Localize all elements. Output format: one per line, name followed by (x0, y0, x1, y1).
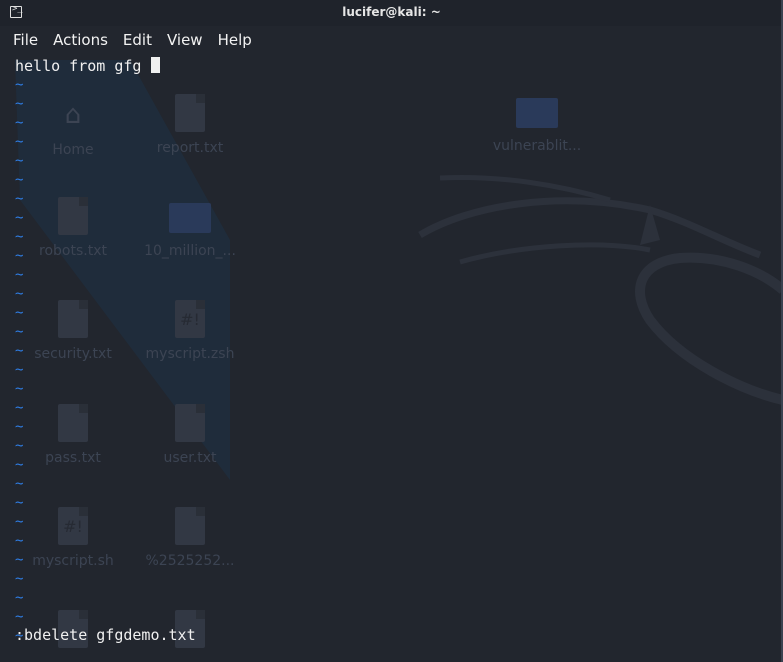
menu-view[interactable]: View (167, 31, 203, 49)
window-title: lucifer@kali: ~ (342, 5, 441, 19)
desktop-icon-label: vulnerablit... (492, 138, 582, 154)
tilde-marker: ~ (15, 400, 24, 416)
tilde-marker: ~ (15, 495, 24, 511)
tilde-marker: ~ (15, 514, 24, 530)
file-icon (175, 404, 205, 442)
tilde-marker: ~ (15, 229, 24, 245)
file-icon (175, 94, 205, 132)
tilde-marker: ~ (15, 533, 24, 549)
menu-actions[interactable]: Actions (53, 31, 108, 49)
window-titlebar[interactable]: >_ lucifer@kali: ~ (0, 0, 783, 26)
tilde-marker: ~ (15, 77, 24, 93)
tilde-marker: ~ (15, 552, 24, 568)
tilde-marker: ~ (15, 305, 24, 321)
tilde-marker: ~ (15, 153, 24, 169)
tilde-marker: ~ (15, 381, 24, 397)
folder-icon (169, 203, 211, 233)
desktop-icon-label: user.txt (163, 450, 217, 466)
vim-command-line[interactable]: :bdelete gfgdemo.txt (15, 626, 196, 644)
menu-bar: File Actions Edit View Help (0, 26, 783, 54)
tilde-marker: ~ (15, 438, 24, 454)
menu-edit[interactable]: Edit (123, 31, 152, 49)
tilde-marker: ~ (15, 267, 24, 283)
buffer-line: hello from gfg (15, 56, 161, 76)
tilde-marker: ~ (15, 210, 24, 226)
empty-line-markers: ~ ~ ~ ~ ~ ~ ~ ~ ~ ~ ~ ~ ~ ~ ~ ~ ~ ~ ~ ~ ~ ~ ~ ~ ~ ~ ~ ~ ~ ~ (15, 76, 160, 646)
menu-file[interactable]: File (13, 31, 38, 49)
tilde-marker: ~ (15, 134, 24, 150)
buffer-text: hello from gfg (15, 57, 151, 75)
tilde-marker: ~ (15, 115, 24, 131)
menu-help[interactable]: Help (218, 31, 252, 49)
file-icon (175, 507, 205, 545)
tilde-marker: ~ (15, 419, 24, 435)
tilde-marker: ~ (15, 96, 24, 112)
desktop-icon-label: report.txt (156, 140, 224, 156)
terminal-editor[interactable]: hello from gfg ~ ~ ~ ~ ~ ~ ~ ~ ~ ~ ~ ~ ~ ~ ~ ~ ~ ~ ~ ~ ~ ~ ~ ~ ~… (15, 56, 161, 646)
tilde-marker: ~ (15, 172, 24, 188)
tilde-marker: ~ (15, 571, 24, 587)
tilde-marker: ~ (15, 590, 24, 606)
script-icon: #! (175, 300, 205, 338)
desktop-icon-vulnerablit: vulnerablit... (482, 92, 592, 154)
tilde-marker: ~ (15, 609, 24, 625)
tilde-marker: ~ (15, 286, 24, 302)
tilde-marker: ~ (15, 476, 24, 492)
folder-icon (516, 98, 558, 128)
tilde-marker: ~ (15, 362, 24, 378)
tilde-marker: ~ (15, 248, 24, 264)
text-cursor (151, 57, 161, 73)
tilde-marker: ~ (15, 457, 24, 473)
tilde-marker: ~ (15, 324, 24, 340)
tilde-marker: ~ (15, 343, 24, 359)
tilde-marker: ~ (15, 191, 24, 207)
